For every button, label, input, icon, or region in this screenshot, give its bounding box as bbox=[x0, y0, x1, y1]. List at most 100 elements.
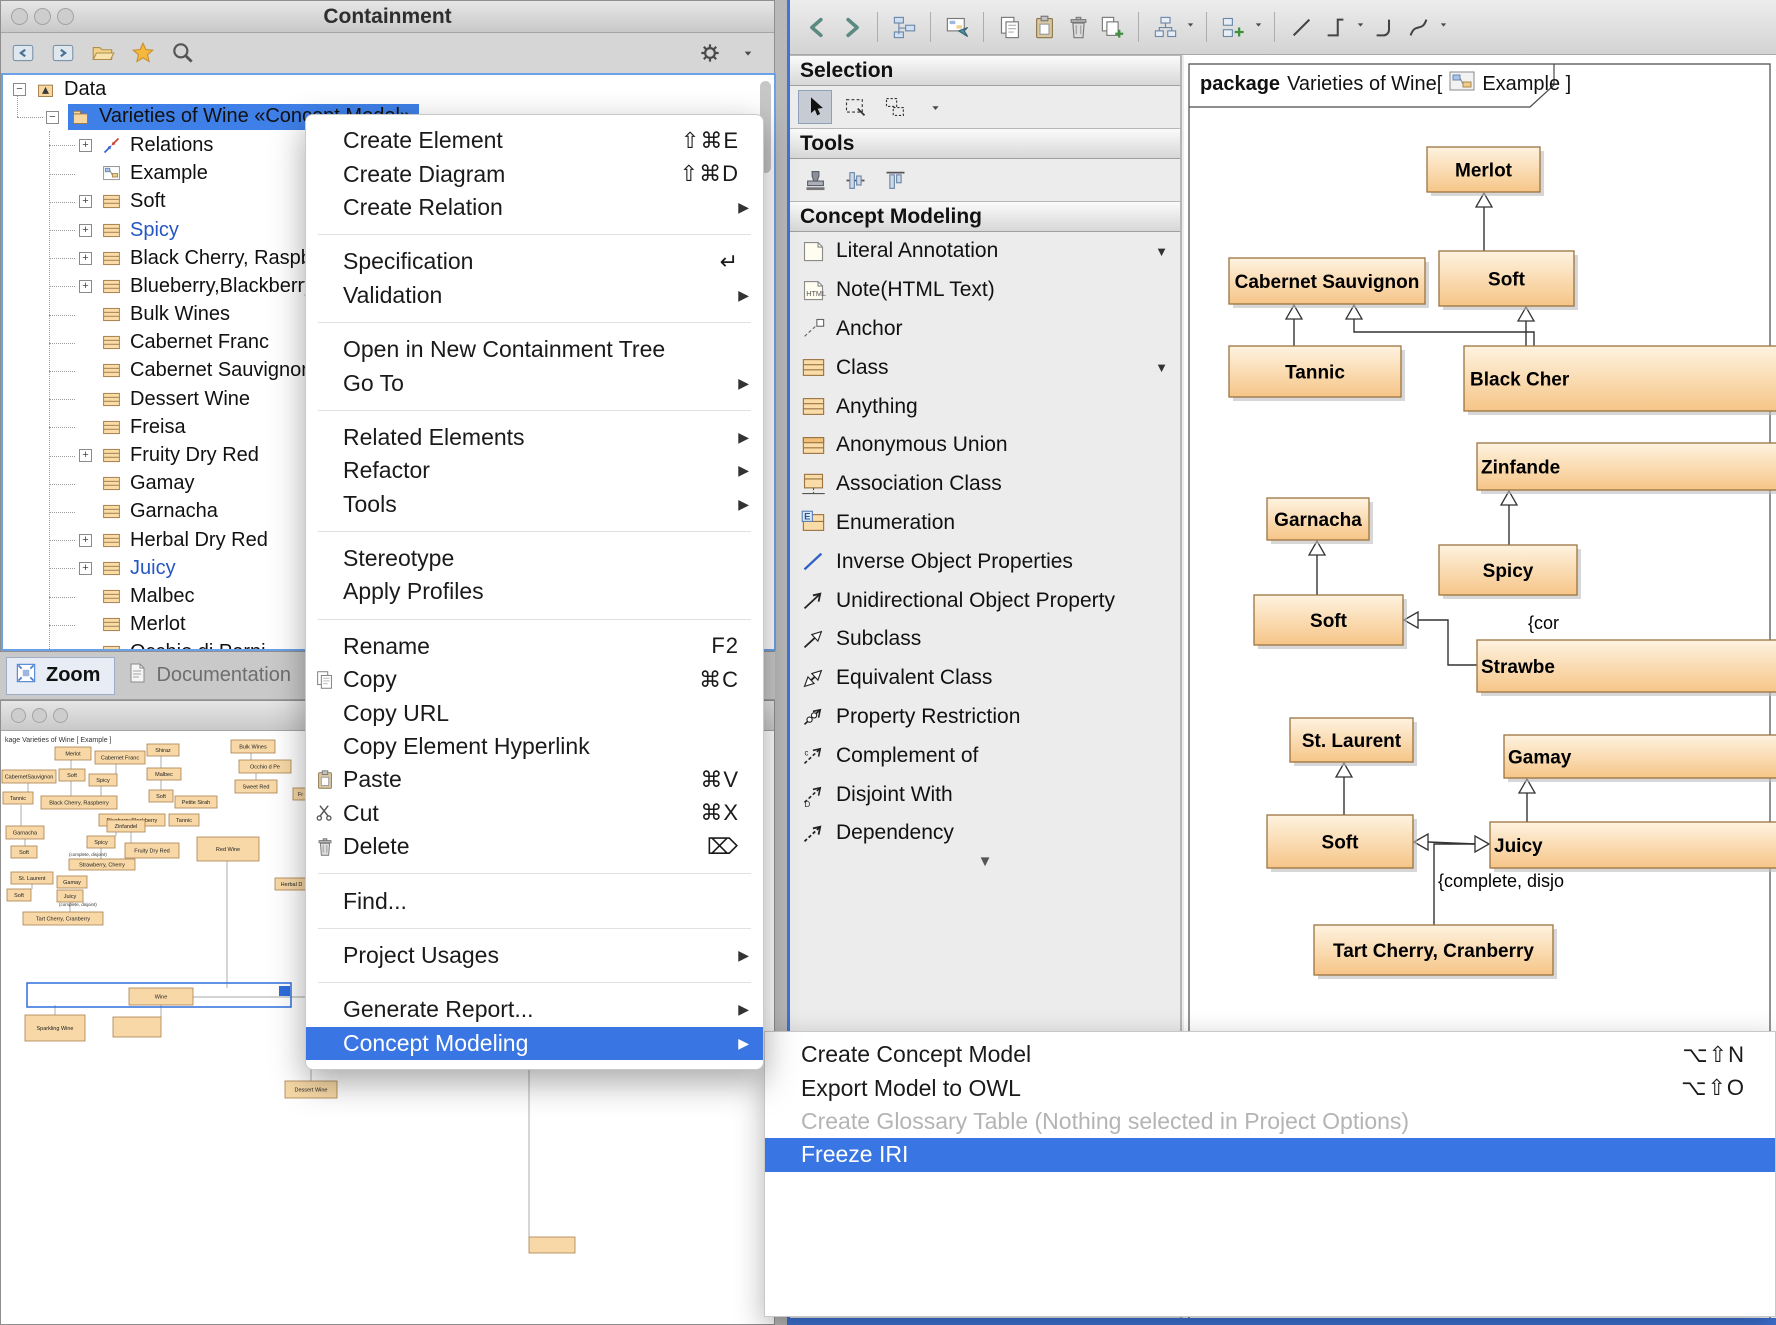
class-box-soft-mid[interactable]: Soft bbox=[1254, 595, 1407, 649]
caret-down-tool[interactable] bbox=[918, 90, 952, 124]
layout-hierarchy-dropdown-caret-icon[interactable] bbox=[1184, 18, 1197, 36]
trash-icon[interactable] bbox=[1061, 10, 1095, 44]
class-box-black-cherry[interactable]: Black Cher bbox=[1464, 346, 1776, 415]
expand-toggle[interactable]: + bbox=[79, 195, 92, 208]
submenu-item-freeze-iri[interactable]: Freeze IRI bbox=[765, 1138, 1775, 1171]
menu-item-cut[interactable]: Cut⌘X bbox=[306, 797, 763, 830]
class-box-strawberry[interactable]: Strawbe bbox=[1477, 640, 1776, 696]
menu-item-open-in-new-containment-tree[interactable]: Open in New Containment Tree bbox=[306, 333, 763, 366]
class-box-tannic[interactable]: Tannic bbox=[1229, 346, 1405, 401]
path-rectilinear-dropdown-caret-icon[interactable] bbox=[1354, 18, 1367, 36]
menu-item-rename[interactable]: RenameF2 bbox=[306, 630, 763, 663]
zoom-button[interactable] bbox=[53, 708, 68, 723]
expand-toggle[interactable]: + bbox=[79, 224, 92, 237]
menu-item-copy[interactable]: Copy⌘C bbox=[306, 663, 763, 696]
class-box-tart-cherry[interactable]: Tart Cherry, Cranberry bbox=[1314, 925, 1557, 979]
duplicate-icon[interactable] bbox=[1095, 10, 1129, 44]
class-box-juicy[interactable]: Juicy bbox=[1490, 822, 1776, 872]
generalization-edge[interactable] bbox=[1354, 319, 1534, 346]
minimap-viewport-handle[interactable] bbox=[279, 986, 290, 996]
submenu-item-create-glossary-table-nothing-selected-in-project-options[interactable]: Create Glossary Table (Nothing selected … bbox=[765, 1105, 1775, 1138]
search-icon[interactable] bbox=[167, 37, 199, 69]
menu-item-apply-profiles[interactable]: Apply Profiles bbox=[306, 575, 763, 608]
generalization-set-label[interactable]: {cor bbox=[1528, 613, 1559, 633]
palette-item-anything[interactable]: Anything bbox=[790, 387, 1180, 426]
palette-item-anonymous-union[interactable]: Anonymous Union bbox=[790, 426, 1180, 465]
path-curve-dropdown-caret-icon[interactable] bbox=[1437, 18, 1450, 36]
minimize-button[interactable] bbox=[32, 708, 47, 723]
caret-down-icon[interactable] bbox=[732, 37, 764, 69]
palette-item-inverse-object-properties[interactable]: Inverse Object Properties bbox=[790, 542, 1180, 581]
next-view-icon[interactable] bbox=[47, 37, 79, 69]
expand-toggle[interactable]: + bbox=[79, 562, 92, 575]
align-top-tool[interactable] bbox=[878, 163, 912, 197]
expand-toggle[interactable]: + bbox=[79, 280, 92, 293]
path-oblique-icon[interactable] bbox=[1284, 10, 1318, 44]
class-box-garnacha[interactable]: Garnacha bbox=[1267, 498, 1373, 544]
cursor-tool[interactable] bbox=[798, 90, 832, 124]
favorites-star-icon[interactable] bbox=[127, 37, 159, 69]
layout-hierarchy-icon[interactable] bbox=[1148, 10, 1182, 44]
expand-toggle[interactable]: + bbox=[79, 449, 92, 462]
menu-item-concept-modeling[interactable]: Concept Modeling▶ bbox=[306, 1027, 763, 1060]
palette-item-class[interactable]: Class▼ bbox=[790, 348, 1180, 387]
palette-item-dependency[interactable]: Dependency bbox=[790, 814, 1180, 853]
palette-item-anchor[interactable]: Anchor bbox=[790, 310, 1180, 349]
path-rectilinear-icon[interactable] bbox=[1318, 10, 1352, 44]
menu-item-copy-element-hyperlink[interactable]: Copy Element Hyperlink bbox=[306, 730, 763, 763]
class-box-gamay[interactable]: Gamay bbox=[1504, 735, 1776, 782]
dropdown-caret-icon[interactable]: ▼ bbox=[1155, 244, 1168, 259]
expand-toggle[interactable]: − bbox=[46, 111, 59, 124]
submenu-item-create-concept-model[interactable]: Create Concept Model⌥⇧N bbox=[765, 1038, 1775, 1071]
palette-item-equivalent-class[interactable]: Equivalent Class bbox=[790, 659, 1180, 698]
menu-item-create-relation[interactable]: Create Relation▶ bbox=[306, 191, 763, 224]
tab-documentation[interactable]: Documentation bbox=[119, 657, 305, 695]
palette-item-literal-annotation[interactable]: Literal Annotation▼ bbox=[790, 232, 1180, 271]
palette-item-property-restriction[interactable]: Property Restriction bbox=[790, 698, 1180, 737]
quick-layout-dropdown-caret-icon[interactable] bbox=[1252, 18, 1265, 36]
close-button[interactable] bbox=[11, 8, 28, 25]
class-box-cabernet-sauvignon[interactable]: Cabernet Sauvignon bbox=[1229, 258, 1429, 308]
menu-item-related-elements[interactable]: Related Elements▶ bbox=[306, 421, 763, 454]
prev-view-icon[interactable] bbox=[7, 37, 39, 69]
path-curve-icon[interactable] bbox=[1401, 10, 1435, 44]
expand-toggle[interactable]: + bbox=[79, 139, 92, 152]
menu-item-stereotype[interactable]: Stereotype bbox=[306, 542, 763, 575]
containment-tree-icon[interactable] bbox=[887, 10, 921, 44]
palette-item-disjoint-with[interactable]: DDisjoint With bbox=[790, 775, 1180, 814]
expand-toggle[interactable]: + bbox=[79, 534, 92, 547]
marquee-tool[interactable] bbox=[838, 90, 872, 124]
palette-item-complement-of[interactable]: cComplement of bbox=[790, 736, 1180, 775]
close-button[interactable] bbox=[11, 708, 26, 723]
class-box-merlot[interactable]: Merlot bbox=[1427, 147, 1544, 196]
class-box-zinfandel[interactable]: Zinfande bbox=[1477, 443, 1776, 494]
settings-gear-icon[interactable] bbox=[694, 37, 726, 69]
expand-toggle[interactable]: − bbox=[13, 83, 26, 96]
menu-item-project-usages[interactable]: Project Usages▶ bbox=[306, 939, 763, 972]
class-box-spicy[interactable]: Spicy bbox=[1439, 545, 1581, 599]
menu-item-find[interactable]: Find... bbox=[306, 884, 763, 917]
palette-item-enumeration[interactable]: EEnumeration bbox=[790, 504, 1180, 543]
menu-item-copy-url[interactable]: Copy URL bbox=[306, 696, 763, 729]
nav-forward-icon[interactable] bbox=[834, 10, 868, 44]
menu-item-generate-report[interactable]: Generate Report...▶ bbox=[306, 993, 763, 1026]
menu-item-paste[interactable]: Paste⌘V bbox=[306, 763, 763, 796]
expand-toggle[interactable]: + bbox=[79, 252, 92, 265]
palette-item-unidirectional-object-property[interactable]: Unidirectional Object Property bbox=[790, 581, 1180, 620]
align-middle-tool[interactable] bbox=[838, 163, 872, 197]
menu-item-create-element[interactable]: Create Element⇧⌘E bbox=[306, 124, 763, 157]
quick-layout-icon[interactable] bbox=[1216, 10, 1250, 44]
menu-item-validation[interactable]: Validation▶ bbox=[306, 279, 763, 312]
menu-item-tools[interactable]: Tools▶ bbox=[306, 488, 763, 521]
palette-item-note-html-text[interactable]: HTMLNote(HTML Text) bbox=[790, 271, 1180, 310]
generalization-edge[interactable] bbox=[1418, 620, 1477, 665]
menu-item-refactor[interactable]: Refactor▶ bbox=[306, 454, 763, 487]
class-box-soft-top[interactable]: Soft bbox=[1439, 251, 1578, 310]
menu-item-go-to[interactable]: Go To▶ bbox=[306, 366, 763, 399]
more-items-icon[interactable]: ▼ bbox=[790, 853, 1180, 881]
open-folder-icon[interactable] bbox=[87, 37, 119, 69]
assign-diagram-icon[interactable] bbox=[940, 10, 974, 44]
tab-zoom[interactable]: Zoom bbox=[6, 657, 115, 695]
dropdown-caret-icon[interactable]: ▼ bbox=[1155, 360, 1168, 375]
menu-item-specification[interactable]: Specification↵ bbox=[306, 245, 763, 278]
